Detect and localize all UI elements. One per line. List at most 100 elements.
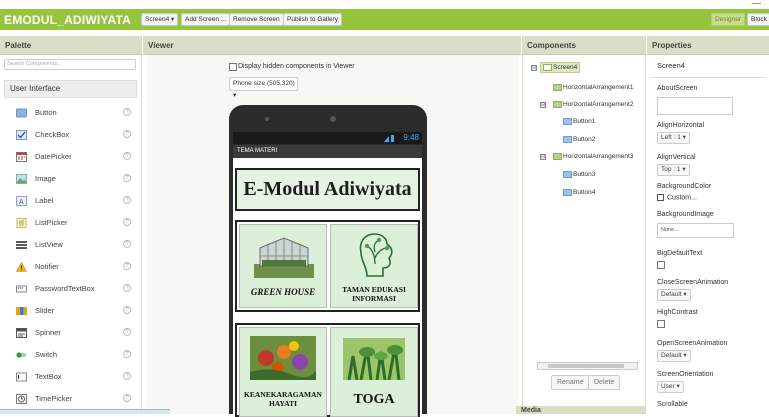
remove-screen-button[interactable]: Remove Screen xyxy=(229,13,284,26)
help-icon[interactable]: ? xyxy=(123,328,131,336)
palette-item-timepicker[interactable]: TimePicker ? xyxy=(0,389,142,411)
palette-item-listpicker[interactable]: ListPicker ? xyxy=(0,213,142,235)
minimize-icon[interactable] xyxy=(752,3,761,4)
button4-label: TOGA xyxy=(353,392,395,407)
high-contrast-checkbox[interactable] xyxy=(657,320,665,328)
help-icon[interactable]: ? xyxy=(123,394,131,402)
tree-button1[interactable]: Button1 xyxy=(563,118,595,125)
palette-item-checkbox[interactable]: CheckBox ? xyxy=(0,125,142,147)
blocks-button[interactable]: Block xyxy=(747,13,769,26)
components-panel xyxy=(522,36,646,414)
properties-divider xyxy=(650,77,766,78)
collapse-icon[interactable]: ⊟ xyxy=(540,154,546,160)
components-scrollbar[interactable] xyxy=(537,362,638,370)
help-icon[interactable]: ? xyxy=(123,196,131,204)
properties-header: Properties xyxy=(647,36,769,55)
help-icon[interactable]: ? xyxy=(123,350,131,358)
palette-item-label: Notifier xyxy=(35,262,59,271)
tree-button3[interactable]: Button3 xyxy=(563,171,595,178)
window-top-strip xyxy=(0,0,769,9)
palette-item-slider[interactable]: Slider ? xyxy=(0,301,142,323)
palette-item-label: Slider xyxy=(35,306,55,315)
screen-select[interactable]: Screen4 ▾ xyxy=(141,13,179,26)
palette-item-listview[interactable]: ListView ? xyxy=(0,235,142,257)
designer-button[interactable]: Designer xyxy=(711,13,746,26)
phone-sensor-icon xyxy=(265,117,269,121)
palette-item-datepicker[interactable]: DatePicker ? xyxy=(0,147,142,169)
phone-preview: 9:48 TEMA MATERI E-Modul Adiwiyata GREEN… xyxy=(229,105,427,417)
background-image-input[interactable]: None... xyxy=(657,223,734,238)
about-screen-textarea[interactable] xyxy=(657,97,733,115)
align-horizontal-select[interactable]: Left : 1 ▾ xyxy=(657,132,690,144)
help-icon[interactable]: ? xyxy=(123,108,131,116)
publish-gallery-button[interactable]: Publish to Gallery xyxy=(283,13,342,26)
help-icon[interactable]: ? xyxy=(123,284,131,292)
checkbox-icon xyxy=(16,130,27,140)
align-vertical-select[interactable]: Top : 1 ▾ xyxy=(657,164,690,176)
arrangement-icon xyxy=(553,101,562,108)
hidden-components-checkbox[interactable] xyxy=(229,63,237,71)
tree-horizontalarrangement1[interactable]: HorizontalArrangement1 xyxy=(553,84,633,91)
palette-item-label[interactable]: A Label ? xyxy=(0,191,142,213)
phone-screen: E-Modul Adiwiyata GREEN HOUSE TAMAN EDUK… xyxy=(233,158,422,417)
align-horizontal-label: AlignHorizontal xyxy=(657,122,705,129)
app-toolbar: EMODUL_ADIWIYATA Screen4 ▾ Add Screen ..… xyxy=(0,9,769,30)
add-screen-button[interactable]: Add Screen ... xyxy=(181,13,231,26)
help-icon[interactable]: ? xyxy=(123,372,131,380)
button1-green-house[interactable]: GREEN HOUSE xyxy=(239,224,327,308)
help-icon[interactable]: ? xyxy=(123,130,131,138)
header-arrangement[interactable]: E-Modul Adiwiyata xyxy=(235,168,420,211)
phone-size-select[interactable]: Phone size (505,320) ▾ xyxy=(229,77,298,99)
collapse-icon[interactable]: ⊟ xyxy=(540,102,546,108)
category-user-interface[interactable]: User Interface xyxy=(4,80,137,98)
palette-item-textbox[interactable]: TextBox ? xyxy=(0,367,142,389)
button2-taman-edukasi[interactable]: TAMAN EDUKASI INFORMASI xyxy=(330,224,418,308)
help-icon[interactable]: ? xyxy=(123,262,131,270)
rename-button[interactable]: Rename xyxy=(551,375,590,390)
tree-button4[interactable]: Button4 xyxy=(563,189,595,196)
button4-toga[interactable]: TOGA xyxy=(330,327,418,417)
open-animation-select[interactable]: Default ▾ xyxy=(657,350,691,362)
palette-item-button[interactable]: Button ? xyxy=(0,103,142,125)
palette-item-image[interactable]: Image ? xyxy=(0,169,142,191)
listpicker-icon xyxy=(16,218,27,228)
biodiversity-image xyxy=(250,336,316,380)
help-icon[interactable]: ? xyxy=(123,218,131,226)
switch-icon xyxy=(16,352,27,358)
svg-text:***: *** xyxy=(18,287,24,293)
header-title: E-Modul Adiwiyata xyxy=(243,178,412,200)
palette-item-spinner[interactable]: Spinner ? xyxy=(0,323,142,345)
big-default-text-checkbox[interactable] xyxy=(657,261,665,269)
background-color-select[interactable]: Custom... xyxy=(657,194,697,201)
palette-item-passwordtextbox[interactable]: *** PasswordTextBox ? xyxy=(0,279,142,301)
close-animation-select[interactable]: Default ▾ xyxy=(657,289,691,301)
palette-search-input[interactable]: Search Components... xyxy=(4,59,136,70)
collapse-icon[interactable]: ⊟ xyxy=(531,65,537,71)
button3-label: KEANEKARAGAMAN HAYATI xyxy=(244,390,322,408)
scrollbar-thumb[interactable] xyxy=(548,364,624,368)
brain-plant-icon xyxy=(359,233,393,277)
button-icon xyxy=(563,118,572,125)
open-animation-label: OpenScreenAnimation xyxy=(657,340,728,347)
screen-orientation-select[interactable]: User ▾ xyxy=(657,381,684,393)
palette-item-switch[interactable]: Switch ? xyxy=(0,345,142,367)
tree-horizontalarrangement3[interactable]: ⊟ HorizontalArrangement3 xyxy=(540,153,633,160)
help-icon[interactable]: ? xyxy=(123,174,131,182)
scrollable-label: Scrollable xyxy=(657,401,688,408)
horizontal-arrangement-3[interactable]: KEANEKARAGAMAN HAYATI TOGA xyxy=(235,323,420,417)
greenhouse-image xyxy=(254,237,314,278)
tree-screen4[interactable]: ⊟ Screen4 xyxy=(531,62,581,74)
delete-button[interactable]: Delete xyxy=(588,375,621,390)
palette-item-label: Image xyxy=(35,174,56,183)
button2-label: TAMAN EDUKASI INFORMASI xyxy=(342,285,406,303)
arrangement-icon xyxy=(553,84,562,91)
help-icon[interactable]: ? xyxy=(123,240,131,248)
tree-button2[interactable]: Button2 xyxy=(563,136,595,143)
button3-keanekaragaman[interactable]: KEANEKARAGAMAN HAYATI xyxy=(239,327,327,417)
help-icon[interactable]: ? xyxy=(123,152,131,160)
palette-item-notifier[interactable]: Notifier ? xyxy=(0,257,142,279)
tree-horizontalarrangement2[interactable]: ⊟ HorizontalArrangement2 xyxy=(540,101,633,108)
help-icon[interactable]: ? xyxy=(123,306,131,314)
screen-icon xyxy=(543,64,552,71)
horizontal-arrangement-2[interactable]: GREEN HOUSE TAMAN EDUKASI INFORMASI xyxy=(235,220,420,312)
